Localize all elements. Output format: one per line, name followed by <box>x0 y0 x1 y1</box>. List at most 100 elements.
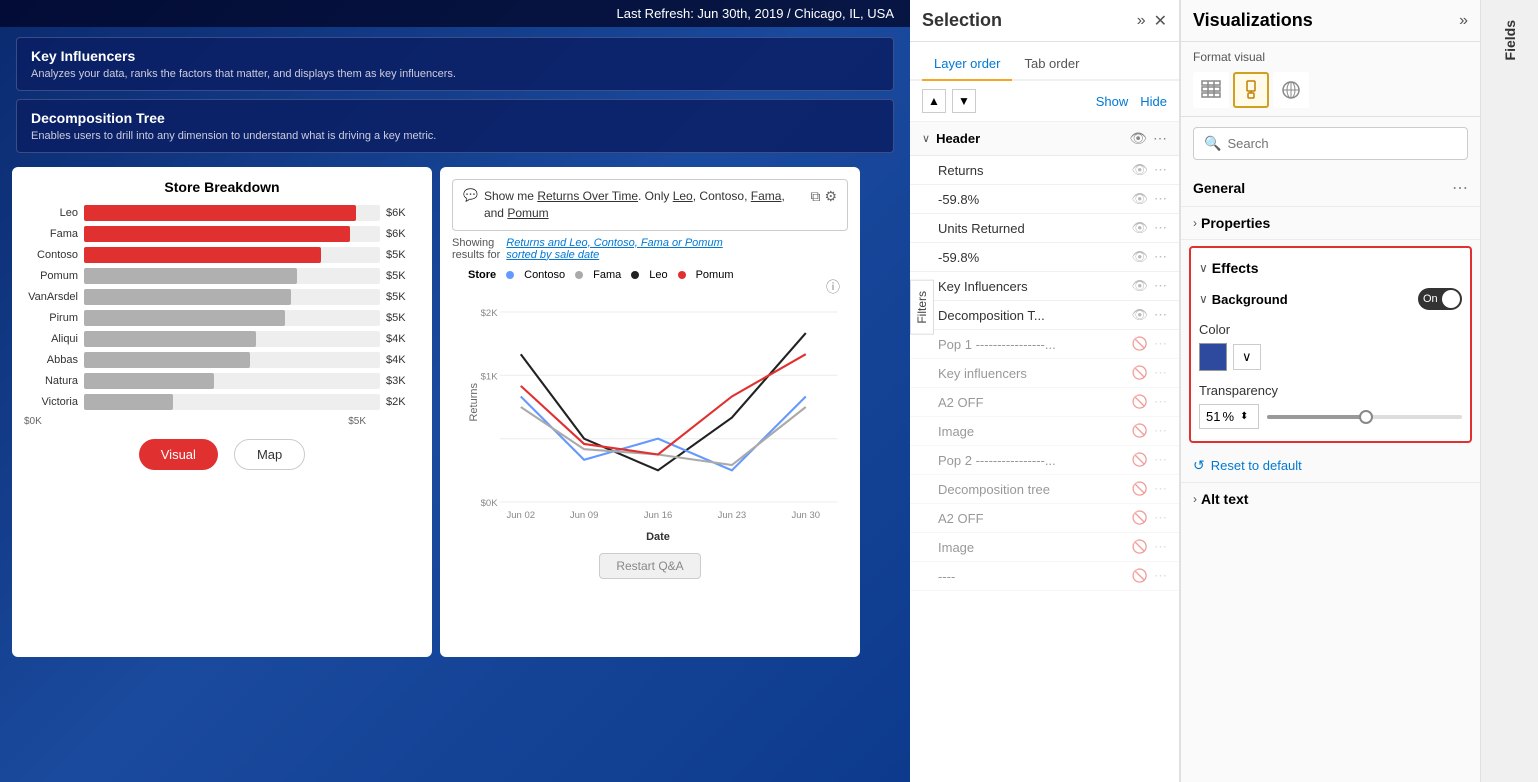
key-influencers-card[interactable]: Key Influencers Analyzes your data, rank… <box>16 37 894 91</box>
decomposition-tree-card[interactable]: Decomposition Tree Enables users to dril… <box>16 99 894 153</box>
more-icon[interactable]: ⋯ <box>1154 568 1167 584</box>
more-icon[interactable]: ⋯ <box>1154 220 1167 236</box>
color-dropdown-button[interactable]: ∨ <box>1233 344 1261 370</box>
search-input[interactable] <box>1227 136 1457 151</box>
bar-row: Abbas $4K <box>24 352 420 368</box>
bar-row: Pirum $5K <box>24 310 420 326</box>
sel-item-decomposition-tree[interactable]: Decomposition tree 🚫 ⋯ <box>910 475 1179 504</box>
eye-icon[interactable]: 👁 <box>1131 249 1148 265</box>
transparency-row: Transparency 51 % ⬍ <box>1199 379 1462 433</box>
more-icon[interactable]: ⋯ <box>1154 394 1167 410</box>
sel-item-59-2[interactable]: -59.8% 👁 ⋯ <box>910 243 1179 272</box>
more-icon[interactable]: ⋯ <box>1154 539 1167 555</box>
eye-icon[interactable]: 👁 <box>1131 220 1148 236</box>
sel-item-decomposition-t[interactable]: Decomposition T... 👁 ⋯ <box>910 301 1179 330</box>
tab-layer-order[interactable]: Layer order <box>922 50 1012 81</box>
more-icon[interactable]: ⋯ <box>1153 130 1167 147</box>
sel-item-59-1[interactable]: -59.8% 👁 ⋯ <box>910 185 1179 214</box>
restart-qa-button[interactable]: Restart Q&A <box>599 553 700 579</box>
expand-icon[interactable]: » <box>1459 12 1468 30</box>
more-icon[interactable]: ⋯ <box>1154 423 1167 439</box>
reset-row[interactable]: ↺ Reset to default <box>1181 449 1480 482</box>
settings-icon[interactable]: ⚙ <box>824 188 837 205</box>
more-icon[interactable]: ⋯ <box>1154 162 1167 178</box>
eye-icon[interactable]: 👁 <box>1129 130 1147 147</box>
fields-panel[interactable]: Fields <box>1480 0 1538 782</box>
alt-text-section[interactable]: › Alt text <box>1181 482 1480 515</box>
more-icon[interactable]: ⋯ <box>1154 278 1167 294</box>
bar-row: Pomum $5K <box>24 268 420 284</box>
more-icon[interactable]: ⋯ <box>1154 307 1167 323</box>
qa-input-box[interactable]: 💬 Show me Returns Over Time. Only Leo, C… <box>452 179 848 231</box>
tab-tab-order[interactable]: Tab order <box>1012 50 1091 81</box>
expand-icon[interactable]: » <box>1137 12 1146 30</box>
sel-item-a2-off-2[interactable]: A2 OFF 🚫 ⋯ <box>910 504 1179 533</box>
eye-hidden-icon[interactable]: 🚫 <box>1132 452 1148 468</box>
bar-fill <box>84 373 214 389</box>
background-toggle[interactable]: On <box>1418 288 1462 310</box>
move-down-button[interactable]: ▼ <box>952 89 976 113</box>
slider-thumb[interactable] <box>1359 410 1373 424</box>
search-icon: 🔍 <box>1204 135 1221 152</box>
eye-hidden-icon[interactable]: 🚫 <box>1132 539 1148 555</box>
properties-section[interactable]: › Properties <box>1181 207 1480 240</box>
toggle-on-label: On <box>1423 293 1438 305</box>
eye-hidden-icon[interactable]: 🚫 <box>1132 568 1148 584</box>
format-analytics-icon-btn[interactable] <box>1273 72 1309 108</box>
general-section[interactable]: General ⋯ <box>1181 170 1480 207</box>
move-up-button[interactable]: ▲ <box>922 89 946 113</box>
close-icon[interactable]: ✕ <box>1154 11 1167 31</box>
more-icon[interactable]: ⋯ <box>1154 249 1167 265</box>
map-button[interactable]: Map <box>234 439 305 470</box>
more-icon[interactable]: ⋯ <box>1154 365 1167 381</box>
sel-item-more[interactable]: ---- 🚫 ⋯ <box>910 562 1179 591</box>
background-label: Background <box>1212 292 1418 307</box>
eye-icon[interactable]: 👁 <box>1131 191 1148 207</box>
show-button[interactable]: Show <box>1096 94 1129 109</box>
more-icon[interactable]: ⋯ <box>1154 191 1167 207</box>
fields-label[interactable]: Fields <box>1502 20 1518 60</box>
format-brush-icon-btn[interactable] <box>1233 72 1269 108</box>
sel-item-units-returned[interactable]: Units Returned 👁 ⋯ <box>910 214 1179 243</box>
sel-item-pop2[interactable]: Pop 2 ----------------... 🚫 ⋯ <box>910 446 1179 475</box>
sel-item-image-1[interactable]: Image 🚫 ⋯ <box>910 417 1179 446</box>
copy-icon[interactable]: ⧉ <box>810 188 820 205</box>
transparency-slider[interactable] <box>1267 415 1462 419</box>
properties-chevron: › <box>1193 216 1197 230</box>
x-axis-title: Date <box>468 531 848 543</box>
eye-hidden-icon[interactable]: 🚫 <box>1132 481 1148 497</box>
sel-item-label: Decomposition tree <box>938 482 1126 497</box>
color-swatch[interactable] <box>1199 343 1227 371</box>
sel-item-key-influencers[interactable]: Key Influencers 👁 ⋯ <box>910 272 1179 301</box>
search-box[interactable]: 🔍 <box>1193 127 1468 160</box>
sel-item-label: Key influencers <box>938 366 1126 381</box>
eye-icon[interactable]: 👁 <box>1131 307 1148 323</box>
eye-hidden-icon[interactable]: 🚫 <box>1132 336 1148 352</box>
more-icon[interactable]: ⋯ <box>1154 336 1167 352</box>
hide-button[interactable]: Hide <box>1140 94 1167 109</box>
more-icon[interactable]: ⋯ <box>1154 510 1167 526</box>
transparency-input[interactable]: 51 % ⬍ <box>1199 404 1259 429</box>
sel-item-key-influencers-2[interactable]: Key influencers 🚫 ⋯ <box>910 359 1179 388</box>
eye-hidden-icon[interactable]: 🚫 <box>1132 423 1148 439</box>
eye-icon[interactable]: 👁 <box>1131 278 1148 294</box>
visual-button[interactable]: Visual <box>139 439 218 470</box>
sel-item-returns[interactable]: Returns 👁 ⋯ <box>910 156 1179 185</box>
more-icon[interactable]: ⋯ <box>1154 452 1167 468</box>
selection-group-header[interactable]: ∨ Header 👁 ⋯ <box>910 122 1179 156</box>
sel-item-icons: 🚫 ⋯ <box>1132 568 1167 584</box>
results-link[interactable]: Returns and Leo, Contoso, Fama or Pomums… <box>506 237 722 261</box>
filters-tab[interactable]: Filters <box>910 280 934 335</box>
sel-item-image-2[interactable]: Image 🚫 ⋯ <box>910 533 1179 562</box>
general-more-icon[interactable]: ⋯ <box>1452 178 1468 198</box>
more-icon[interactable]: ⋯ <box>1154 481 1167 497</box>
eye-hidden-icon[interactable]: 🚫 <box>1132 510 1148 526</box>
eye-icon[interactable]: 👁 <box>1131 162 1148 178</box>
format-table-icon-btn[interactable] <box>1193 72 1229 108</box>
effects-header[interactable]: ∨ Effects <box>1199 256 1462 284</box>
eye-hidden-icon[interactable]: 🚫 <box>1132 394 1148 410</box>
stepper-icon[interactable]: ⬍ <box>1240 411 1248 422</box>
sel-item-pop1[interactable]: Pop 1 ----------------... 🚫 ⋯ <box>910 330 1179 359</box>
eye-hidden-icon[interactable]: 🚫 <box>1132 365 1148 381</box>
sel-item-a2-off-1[interactable]: A2 OFF 🚫 ⋯ <box>910 388 1179 417</box>
